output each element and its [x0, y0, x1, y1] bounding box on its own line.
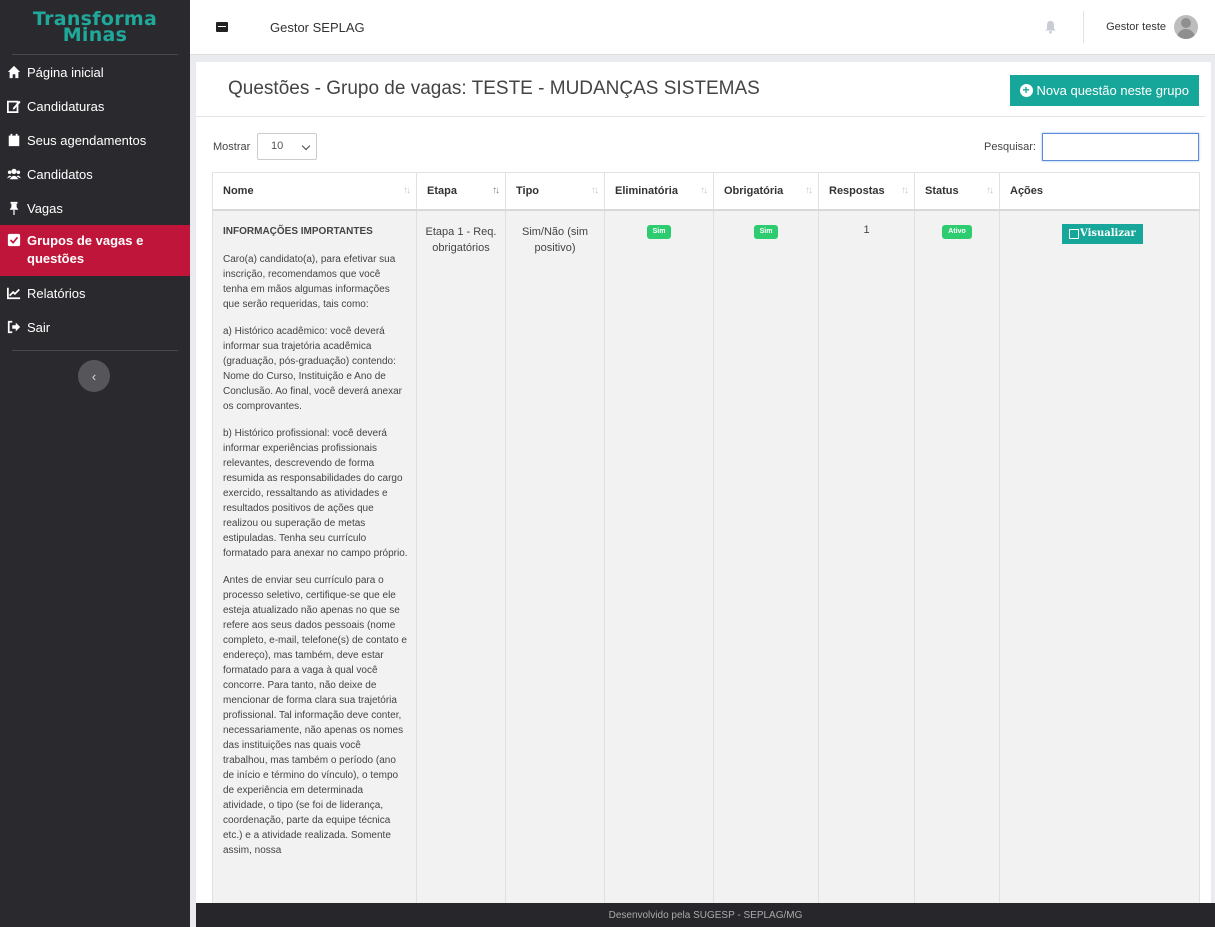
- question-paragraph: a) Histórico acadêmico: você deverá info…: [223, 325, 402, 412]
- page-size-label: Mostrar: [213, 141, 251, 153]
- column-header-eliminatoria[interactable]: Eliminatória ↑↓: [604, 172, 714, 211]
- questions-table: Nome ↑↓ Etapa ↑↓ Tipo ↑↓ Eliminatória ↑↓ Obr…: [212, 172, 1200, 903]
- sidebar-nav: Página inicial Candidaturas Seus agendam…: [0, 55, 190, 344]
- thumbtack-icon: [9, 201, 19, 215]
- page-size-value: 10: [271, 140, 284, 152]
- topbar-divider: [1083, 11, 1085, 43]
- question-paragraph: b) Histórico profissional: você deverá i…: [223, 427, 408, 559]
- sidebar-item-candidatos[interactable]: Candidatos: [0, 157, 190, 191]
- respostas-value: 1: [863, 223, 870, 236]
- avatar[interactable]: [1174, 15, 1198, 39]
- sidebar-item-label: Relatórios: [27, 285, 86, 301]
- chevron-down-icon: [301, 141, 311, 151]
- brand-logo[interactable]: Transforma Minas: [12, 0, 178, 55]
- search-label: Pesquisar:: [984, 141, 1036, 153]
- status-cell: Ativo: [914, 209, 1000, 903]
- check-square-icon: [7, 233, 21, 247]
- bell-icon[interactable]: [1044, 20, 1057, 34]
- view-label: Visualizar: [1080, 228, 1136, 239]
- search-input[interactable]: [1042, 133, 1199, 161]
- users-icon: [7, 168, 21, 180]
- brand-line-2: Minas: [62, 24, 128, 46]
- new-question-button[interactable]: + Nova questão neste grupo: [1009, 74, 1199, 106]
- question-title: INFORMAÇÕES IMPORTANTES: [223, 225, 373, 237]
- table-header-row: Nome ↑↓ Etapa ↑↓ Tipo ↑↓ Eliminatória ↑↓ Obr…: [212, 172, 1200, 211]
- home-icon: [7, 65, 21, 79]
- sort-icon: ↑↓: [805, 185, 813, 196]
- etapa-value: Etapa 1 - Req. obrigatórios: [425, 225, 497, 254]
- page-title: Questões - Grupo de vagas: TESTE - MUDAN…: [228, 78, 760, 99]
- app-name: Gestor SEPLAG: [270, 19, 365, 35]
- sidebar-item-label: Sair: [27, 319, 51, 335]
- sidebar-item-grupos-de-vagas[interactable]: Grupos de vagas e questões: [0, 225, 190, 276]
- sidebar-item-vagas[interactable]: Vagas: [0, 191, 190, 225]
- sidebar-item-pagina-inicial[interactable]: Página inicial: [0, 55, 190, 89]
- sidebar-collapse-button[interactable]: ‹: [78, 360, 110, 392]
- question-name-cell: INFORMAÇÕES IMPORTANTES Caro(a) candidat…: [212, 209, 417, 903]
- etapa-cell: Etapa 1 - Req. obrigatórios: [416, 209, 506, 903]
- column-header-nome[interactable]: Nome ↑↓: [212, 172, 417, 211]
- column-header-acoes: Ações: [999, 172, 1200, 211]
- eliminatoria-cell: Sim: [604, 209, 714, 903]
- sidebar-item-seus-agendamentos[interactable]: Seus agendamentos: [0, 123, 190, 157]
- obrigatoria-badge: Sim: [753, 224, 779, 239]
- sort-icon: ↑↓: [700, 185, 708, 196]
- menu-toggle-icon[interactable]: [216, 22, 228, 32]
- sidebar-item-label: Candidaturas: [27, 98, 105, 114]
- column-header-etapa[interactable]: Etapa ↑↓: [416, 172, 506, 211]
- column-header-status[interactable]: Status ↑↓: [914, 172, 1000, 211]
- chart-line-icon: [7, 287, 21, 300]
- question-paragraph: Caro(a) candidato(a), para efetivar sua …: [223, 253, 396, 310]
- sidebar-divider: [12, 350, 178, 351]
- sidebar-item-label: Candidatos: [27, 166, 93, 182]
- sort-icon: ↑↓: [901, 185, 909, 196]
- new-question-label: Nova questão neste grupo: [1036, 82, 1190, 98]
- eliminatoria-badge: Sim: [646, 224, 672, 239]
- edit-icon: [7, 100, 21, 113]
- table-controls: Mostrar 10 Pesquisar:: [196, 132, 1211, 162]
- plus-circle-icon: +: [1019, 83, 1033, 97]
- actions-cell: Visualizar: [999, 209, 1200, 903]
- sign-out-icon: [7, 320, 21, 334]
- sidebar-item-label: Grupos de vagas e questões: [27, 233, 144, 266]
- sidebar-item-candidaturas[interactable]: Candidaturas: [0, 89, 190, 123]
- view-button[interactable]: Visualizar: [1062, 223, 1143, 244]
- sort-icon: ↑↓: [403, 185, 411, 196]
- column-header-obrigatoria[interactable]: Obrigatória ↑↓: [713, 172, 819, 211]
- table-row: INFORMAÇÕES IMPORTANTES Caro(a) candidat…: [212, 209, 1200, 903]
- sidebar-item-sair[interactable]: Sair: [0, 310, 190, 344]
- topbar: Gestor SEPLAG Gestor teste: [190, 0, 1215, 55]
- calendar-icon: [8, 133, 20, 147]
- sidebar-item-relatorios[interactable]: Relatórios: [0, 276, 190, 310]
- respostas-cell: 1: [818, 209, 915, 903]
- tipo-cell: Sim/Não (sim positivo): [505, 209, 605, 903]
- footer-text: Desenvolvido pela SUGESP - SEPLAG/MG: [608, 909, 803, 921]
- footer: Desenvolvido pela SUGESP - SEPLAG/MG: [196, 903, 1215, 927]
- sidebar: Transforma Minas Página inicial Candidat…: [0, 0, 190, 927]
- sort-icon: ↑↓: [591, 185, 599, 196]
- sort-icon: ↑↓: [986, 185, 994, 196]
- column-header-respostas[interactable]: Respostas ↑↓: [818, 172, 915, 211]
- question-paragraph: Antes de enviar seu currículo para o pro…: [223, 574, 407, 856]
- status-badge: Ativo: [942, 224, 972, 239]
- sidebar-item-label: Vagas: [27, 200, 63, 216]
- obrigatoria-cell: Sim: [713, 209, 819, 903]
- edit-icon: [1069, 228, 1079, 239]
- content-panel: Questões - Grupo de vagas: TESTE - MUDAN…: [196, 62, 1211, 903]
- topbar-right: Gestor teste: [1044, 0, 1215, 54]
- page-header: Questões - Grupo de vagas: TESTE - MUDAN…: [196, 62, 1205, 117]
- sort-icon: ↑↓: [492, 185, 500, 196]
- sidebar-item-label: Seus agendamentos: [27, 132, 147, 148]
- tipo-value: Sim/Não (sim positivo): [521, 225, 588, 254]
- sidebar-item-label: Página inicial: [27, 64, 104, 80]
- column-header-tipo[interactable]: Tipo ↑↓: [505, 172, 605, 211]
- page-size-select[interactable]: 10: [257, 133, 317, 160]
- user-name[interactable]: Gestor teste: [1106, 21, 1166, 33]
